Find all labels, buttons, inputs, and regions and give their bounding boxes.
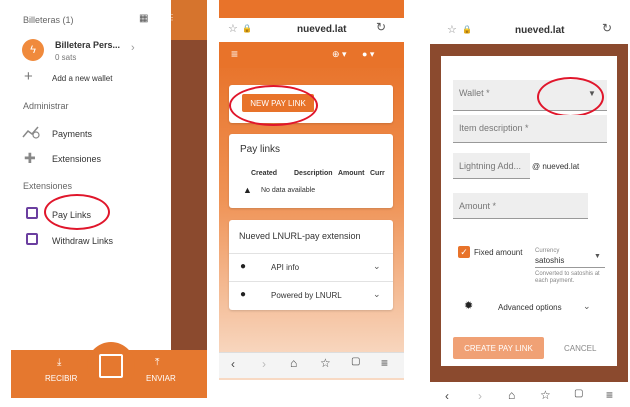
forward-icon[interactable]: › [478, 389, 482, 403]
back-icon[interactable]: ‹ [231, 357, 235, 371]
pay-links-title: Pay links [240, 144, 281, 155]
check-icon: ✓ [460, 246, 468, 257]
grid-icon[interactable]: ▦ [139, 13, 148, 24]
divider [535, 267, 605, 268]
amount-field[interactable]: Amount * [453, 193, 588, 219]
highlight-ellipse-wallet [537, 77, 604, 117]
column-header-created[interactable]: Created [251, 170, 277, 177]
menu-icon[interactable]: ≡ [606, 388, 613, 402]
star-icon[interactable]: ☆ [320, 356, 331, 370]
download-icon: ⤓ [57, 357, 62, 368]
chevron-down-icon[interactable]: ⌄ [583, 301, 591, 312]
wallets-header: Billeteras (1) [23, 15, 74, 25]
column-header-currency[interactable]: Curr [370, 170, 390, 177]
browser-nav-bar [219, 352, 404, 378]
column-header-description[interactable]: Description [294, 170, 333, 177]
lightning-address-field[interactable]: Lightning Add... [453, 153, 530, 179]
gear-icon: ✹ [464, 300, 474, 312]
account-icon[interactable]: ● ▾ [362, 49, 374, 60]
app-header [219, 42, 404, 68]
item-description-field[interactable]: Item description * [453, 115, 607, 143]
chevron-down-icon[interactable]: ⌄ [373, 261, 381, 272]
api-icon: ● [240, 261, 247, 272]
chevron-down-icon[interactable]: ⌄ [373, 289, 381, 300]
currency-label: Currency [535, 248, 560, 254]
extension-title: Nueved LNURL-pay extension [239, 231, 361, 241]
lock-icon: 🔒 [462, 25, 472, 34]
powered-by-label[interactable]: Powered by LNURL [271, 291, 342, 300]
bookmark-star-icon[interactable]: ☆ [228, 22, 238, 35]
hamburger-menu-icon[interactable]: ≡ [231, 47, 238, 61]
back-icon[interactable]: ‹ [445, 389, 449, 403]
currency-select[interactable]: satoshis [535, 256, 564, 265]
qr-code-icon [99, 354, 123, 378]
currency-hint: Converted to satoshis at each payment. [535, 271, 600, 284]
withdraw-links-icon [26, 233, 38, 245]
dropdown-arrow-icon[interactable]: ▼ [594, 253, 601, 260]
reload-icon[interactable]: ↻ [376, 20, 386, 34]
send-button[interactable]: ENVIAR [146, 374, 176, 383]
browser-nav-bar [430, 385, 628, 407]
divider [229, 281, 393, 282]
receive-button[interactable]: RECIBIR [45, 374, 77, 383]
extensions-section-label: Extensiones [23, 181, 73, 191]
add-wallet-link[interactable]: Add a new wallet [52, 74, 112, 83]
wallet-balance: 0 sats [55, 53, 77, 62]
payments-chart-icon [22, 126, 40, 139]
column-header-amount[interactable]: Amount [338, 170, 364, 177]
forward-icon[interactable]: › [262, 357, 266, 371]
withdraw-links-link[interactable]: Withdraw Links [52, 236, 113, 246]
tabs-icon[interactable]: ▢ [574, 388, 583, 399]
home-icon[interactable]: ⌂ [508, 388, 515, 402]
menu-icon[interactable]: ≡ [381, 356, 388, 370]
fixed-amount-checkbox[interactable]: ✓ [458, 246, 470, 258]
home-icon[interactable]: ⌂ [290, 356, 297, 370]
extensions-link[interactable]: Extensiones [52, 154, 101, 164]
menu-dot-icon: ⋮ [168, 13, 176, 22]
bolt-icon: ϟ [30, 44, 36, 56]
add-icon[interactable]: + [24, 69, 33, 84]
highlight-ellipse-pay-links [44, 194, 110, 230]
lock-icon: 🔒 [242, 24, 252, 33]
chevron-right-icon[interactable]: › [131, 42, 135, 54]
wallet-name[interactable]: Billetera Pers... [55, 40, 120, 50]
highlight-ellipse-new-pay-link [229, 85, 318, 126]
divider [229, 253, 393, 254]
cancel-button[interactable]: CANCEL [564, 344, 596, 353]
wallet-avatar[interactable]: ϟ [22, 39, 44, 61]
payments-link[interactable]: Payments [52, 129, 92, 139]
language-globe-icon[interactable]: ⊕ ▾ [332, 49, 347, 60]
upload-icon: ⤒ [155, 357, 160, 368]
tabs-icon[interactable]: ▢ [351, 356, 360, 367]
bookmark-star-icon[interactable]: ☆ [447, 23, 457, 36]
url-text[interactable]: nueved.lat [297, 24, 346, 35]
info-icon: ● [240, 289, 247, 300]
scan-button[interactable] [87, 342, 135, 390]
create-pay-link-button[interactable]: CREATE PAY LINK [453, 337, 544, 359]
warning-icon: ▲ [243, 185, 252, 195]
url-text[interactable]: nueved.lat [515, 25, 564, 36]
advanced-options-toggle[interactable]: Advanced options [498, 303, 562, 312]
star-icon[interactable]: ☆ [540, 388, 551, 402]
no-data-text: No data available [261, 187, 316, 194]
domain-suffix: @ nueved.lat [532, 162, 580, 171]
admin-section-label: Administrar [23, 101, 69, 111]
reload-icon[interactable]: ↻ [602, 21, 612, 35]
api-info-label[interactable]: API info [271, 263, 299, 272]
puzzle-icon: ✚ [24, 150, 36, 166]
pay-links-icon [26, 207, 38, 219]
fixed-amount-label[interactable]: Fixed amount [474, 248, 522, 257]
